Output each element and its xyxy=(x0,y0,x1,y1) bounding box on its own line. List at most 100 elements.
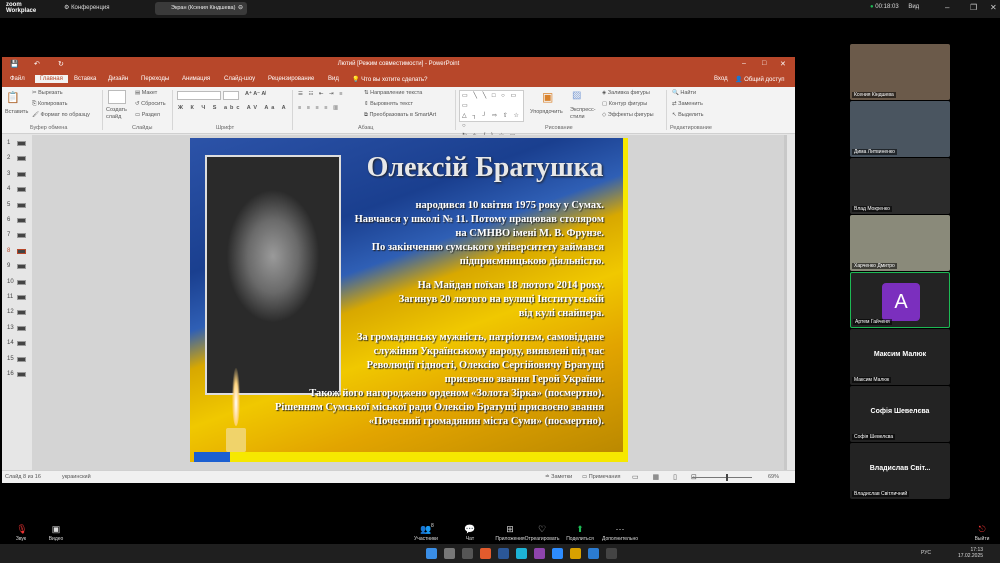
folder-icon[interactable] xyxy=(570,548,581,559)
chat-button[interactable]: Чат xyxy=(458,536,482,542)
opera-icon[interactable] xyxy=(480,548,491,559)
copy-button[interactable]: ⎘ Копировать xyxy=(32,101,68,108)
more-icon[interactable]: ⋯ xyxy=(610,524,630,535)
cut-button[interactable]: ✂ Вырезать xyxy=(32,90,63,96)
format-painter-button[interactable]: 🖌 Формат по образцу xyxy=(32,112,90,118)
slide-thumbnail[interactable] xyxy=(17,171,26,177)
participant-tile[interactable]: Дима Литвиненко xyxy=(850,101,950,157)
share-screen-button[interactable]: Поделиться xyxy=(562,536,598,542)
shape-fill-button[interactable]: ◈ Заливка фигуры xyxy=(602,90,650,96)
replace-button[interactable]: ⇄ Заменить xyxy=(672,101,703,107)
screen-share-indicator[interactable]: Экран (Ксения Кіндшева) ⊖ xyxy=(155,2,247,15)
zoom-level[interactable]: 69% xyxy=(768,474,779,480)
section-button[interactable]: ▭ Раздел xyxy=(135,112,160,118)
app-icon[interactable] xyxy=(534,548,545,559)
maximize-icon[interactable]: □ xyxy=(762,60,766,67)
align-text-button[interactable]: ⇕ Выровнять текст xyxy=(364,101,413,107)
minimize-icon[interactable]: – xyxy=(945,3,949,12)
participant-tile[interactable]: Софія Шевелєва Софія Шевелєва xyxy=(850,386,950,442)
zoom-slider-thumb[interactable] xyxy=(726,474,728,481)
maximize-icon[interactable]: ❐ xyxy=(970,3,977,12)
language-indicator[interactable]: украинский xyxy=(62,474,91,480)
app-icon[interactable] xyxy=(606,548,617,559)
share-screen-icon[interactable]: ⬆ xyxy=(570,524,590,535)
audio-button[interactable]: Звук xyxy=(8,536,34,542)
tab-animations[interactable]: Анимация xyxy=(182,76,210,82)
slide-thumbnail[interactable] xyxy=(17,141,26,146)
options-icon[interactable]: ⊖ xyxy=(238,4,243,11)
font-style-buttons[interactable]: Ж К Ч S abc AV Aa A xyxy=(178,105,289,111)
conference-menu[interactable]: ⚙ Конференция xyxy=(64,4,110,11)
close-icon[interactable]: ✕ xyxy=(990,3,997,12)
slide-thumbnail[interactable] xyxy=(17,218,26,223)
tab-file[interactable]: Файл xyxy=(10,76,25,82)
participants-icon[interactable]: 👥 xyxy=(414,524,438,535)
participant-tile[interactable]: Ксения Кіндшева xyxy=(850,44,950,100)
slide-thumbnail[interactable] xyxy=(17,187,26,193)
apps-icon[interactable]: ⊞ xyxy=(500,524,520,535)
arrange-button[interactable]: Упорядочить xyxy=(530,109,563,115)
react-icon[interactable]: ♡ xyxy=(532,524,552,535)
express-styles-icon[interactable]: ▨ xyxy=(572,90,581,101)
tab-transitions[interactable]: Переходы xyxy=(141,76,169,82)
slide-thumbnail[interactable] xyxy=(17,156,26,162)
slide-thumbnail[interactable] xyxy=(17,356,26,362)
paste-button[interactable]: Вставить xyxy=(5,109,28,115)
zoom-app-icon[interactable] xyxy=(552,548,563,559)
notes-button[interactable]: ≐ Заметки xyxy=(545,474,572,480)
find-button[interactable]: 🔍 Найти xyxy=(672,90,696,96)
share-button[interactable]: 👤 Общий доступ xyxy=(735,76,784,83)
video-camera-icon[interactable]: ▣ xyxy=(46,524,66,535)
slide-thumbnail[interactable] xyxy=(17,264,26,270)
telegram-icon[interactable] xyxy=(516,548,527,559)
font-size-field[interactable] xyxy=(223,91,239,100)
shapes-gallery[interactable]: ▭ ╲ ╲ □ ○ ▭ ▭△ ┐ ┘ ⇨ ⇧ ☆ ○↻ ∿ { } ☆ ▭ xyxy=(459,90,524,139)
new-slide-button[interactable]: Создать слайд xyxy=(106,107,132,121)
close-icon[interactable]: ✕ xyxy=(780,60,786,68)
slide-8[interactable]: Олексій Братушка народився 10 квітня 197… xyxy=(190,138,628,462)
word-icon[interactable] xyxy=(588,548,599,559)
slide-thumbnail[interactable] xyxy=(17,310,26,316)
text-direction-button[interactable]: ⇅ Направление текста xyxy=(364,90,422,96)
tab-slideshow[interactable]: Слайд-шоу xyxy=(224,76,255,82)
new-slide-icon[interactable] xyxy=(108,90,126,104)
participant-tile[interactable]: Владислав Світ... Владислав Світличний xyxy=(850,443,950,499)
tell-me-search[interactable]: 💡 Что вы хотите сделать? xyxy=(352,76,427,83)
express-styles-button[interactable]: Экспресс-стили xyxy=(570,107,598,121)
list-buttons[interactable]: ☰ ☷ ⇤ ⇥ ≡ xyxy=(298,91,344,97)
minimize-icon[interactable]: – xyxy=(742,60,746,67)
windows-start-icon[interactable] xyxy=(426,548,437,559)
mic-muted-icon[interactable]: 🎙 xyxy=(12,524,32,535)
slide-thumbnail[interactable] xyxy=(17,202,26,208)
participant-tile[interactable]: A Артем Гайченя xyxy=(850,272,950,328)
task-view-icon[interactable] xyxy=(462,548,473,559)
slide-thumbnail[interactable] xyxy=(17,248,26,254)
participant-tile[interactable]: Влад Мокренко xyxy=(850,158,950,214)
more-button[interactable]: Дополнительно xyxy=(598,536,642,542)
tab-view[interactable]: Вид xyxy=(328,76,339,82)
comments-button[interactable]: ▭ Примечания xyxy=(582,474,621,480)
video-button[interactable]: Видео xyxy=(43,536,69,542)
slide-thumbnail[interactable] xyxy=(17,279,26,285)
shape-effects-button[interactable]: ◇ Эффекты фигуры xyxy=(602,112,654,118)
select-button[interactable]: ↖ Выделить xyxy=(672,112,704,118)
smartart-button[interactable]: ⧉ Преобразовать в SmartArt xyxy=(364,112,436,119)
react-button[interactable]: Отреагировать xyxy=(522,536,562,542)
clock[interactable]: 17:13 17.02.2025 xyxy=(958,547,983,559)
slide-thumbnail[interactable] xyxy=(17,341,26,347)
font-grow-icon[interactable]: A⁺ A⁻ A̸ xyxy=(245,91,265,97)
language-indicator[interactable]: РУС xyxy=(921,550,931,556)
search-icon[interactable] xyxy=(444,548,455,559)
paste-icon[interactable]: 📋 xyxy=(6,91,20,104)
font-name-field[interactable] xyxy=(177,91,221,100)
participants-button[interactable]: Участники xyxy=(408,536,444,542)
align-buttons[interactable]: ≡ ≡ ≡ ≡ ▥ xyxy=(298,105,340,111)
leave-button[interactable]: Выйти xyxy=(970,536,994,542)
participant-tile[interactable]: Харченко Дмитро xyxy=(850,215,950,271)
login-link[interactable]: Вход xyxy=(714,76,728,82)
tab-insert[interactable]: Вставка xyxy=(74,76,96,82)
view-label[interactable]: Вид xyxy=(908,4,919,10)
leave-icon[interactable]: ⎋ xyxy=(974,524,990,535)
tab-review[interactable]: Рецензирование xyxy=(268,76,314,82)
slide-thumbnail[interactable] xyxy=(17,372,26,377)
